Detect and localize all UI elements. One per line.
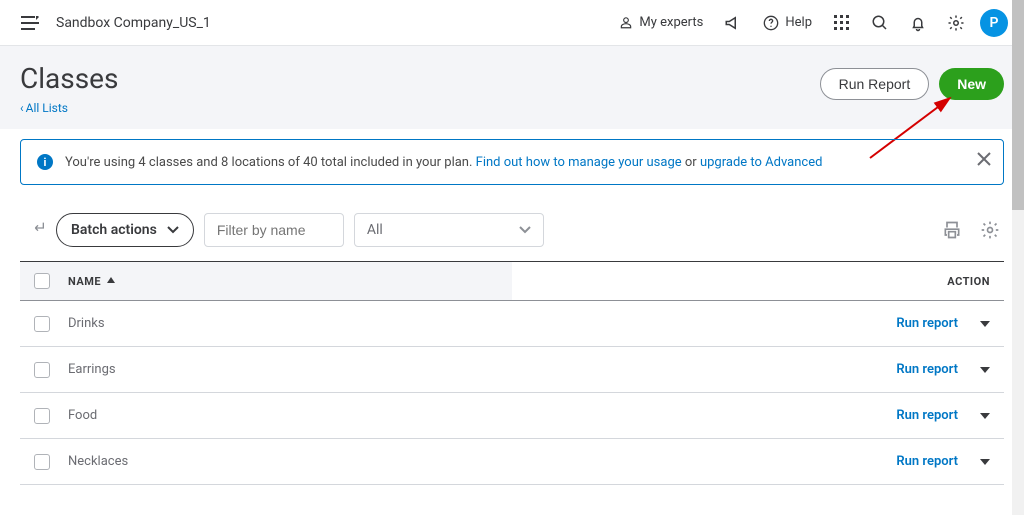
table-row: Food Run report — [20, 393, 1004, 439]
usage-alert: i You're using 4 classes and 8 locations… — [20, 139, 1004, 185]
controls-row: Batch actions All — [0, 185, 1024, 261]
page-title: Classes — [20, 62, 118, 95]
column-header-action: ACTION — [844, 275, 1004, 288]
help-icon — [763, 15, 779, 31]
alert-prefix: You're using 4 classes and 8 locations o… — [65, 155, 476, 170]
help-label: Help — [785, 15, 812, 30]
alert-text: You're using 4 classes and 8 locations o… — [65, 155, 822, 170]
bell-icon[interactable] — [904, 9, 932, 37]
scrollbar-thumb[interactable] — [1012, 0, 1024, 210]
chevron-left-icon: ‹ — [20, 101, 24, 115]
megaphone-icon[interactable] — [719, 9, 747, 37]
alert-mid: or — [682, 155, 700, 170]
table-header: NAME ACTION — [20, 261, 1004, 301]
gear-icon[interactable] — [976, 216, 1004, 244]
row-run-report-link[interactable]: Run report — [896, 454, 958, 469]
row-checkbox[interactable] — [34, 408, 50, 424]
breadcrumb[interactable]: ‹ All Lists — [20, 101, 118, 115]
chevron-down-icon — [167, 226, 179, 234]
company-name: Sandbox Company_US_1 — [56, 15, 211, 31]
breadcrumb-label: All Lists — [26, 101, 68, 115]
select-all-checkbox[interactable] — [34, 273, 50, 289]
row-action-dropdown[interactable] — [972, 449, 998, 475]
row-name: Necklaces — [64, 454, 844, 469]
row-action-dropdown[interactable] — [972, 357, 998, 383]
batch-actions-label: Batch actions — [71, 222, 157, 238]
batch-actions-button[interactable]: Batch actions — [56, 213, 194, 247]
my-experts-link[interactable]: My experts — [613, 9, 709, 36]
person-icon — [619, 15, 633, 30]
page-header: Classes ‹ All Lists Run Report New — [0, 46, 1024, 129]
run-report-button[interactable]: Run Report — [820, 68, 930, 100]
hamburger-menu-icon[interactable] — [16, 9, 44, 37]
info-icon: i — [37, 154, 53, 170]
row-checkbox[interactable] — [34, 454, 50, 470]
row-name: Food — [64, 408, 844, 423]
sort-asc-icon — [107, 277, 115, 285]
search-icon[interactable] — [866, 9, 894, 37]
row-action-dropdown[interactable] — [972, 403, 998, 429]
table-row: Earrings Run report — [20, 347, 1004, 393]
row-checkbox[interactable] — [34, 316, 50, 332]
my-experts-label: My experts — [639, 15, 703, 30]
table-row: Necklaces Run report — [20, 439, 1004, 485]
row-checkbox[interactable] — [34, 362, 50, 378]
row-run-report-link[interactable]: Run report — [896, 362, 958, 377]
row-action-dropdown[interactable] — [972, 311, 998, 337]
alert-manage-usage-link[interactable]: Find out how to manage your usage — [476, 155, 682, 170]
table-row: Drinks Run report — [20, 301, 1004, 347]
avatar[interactable]: P — [980, 9, 1008, 37]
row-name: Earrings — [64, 362, 844, 377]
row-run-report-link[interactable]: Run report — [896, 408, 958, 423]
filter-select[interactable]: All — [354, 213, 544, 247]
filter-select-value: All — [367, 222, 383, 238]
chevron-down-icon — [519, 226, 531, 234]
row-name: Drinks — [64, 316, 844, 331]
close-icon[interactable] — [977, 152, 991, 170]
row-run-report-link[interactable]: Run report — [896, 316, 958, 331]
column-header-name[interactable]: NAME — [64, 275, 844, 288]
help-link[interactable]: Help — [757, 9, 818, 37]
classes-table: NAME ACTION Drinks Run report Earrings Run … — [20, 261, 1004, 485]
column-name-label: NAME — [68, 275, 101, 288]
new-button[interactable]: New — [939, 68, 1004, 100]
print-icon[interactable] — [938, 216, 966, 244]
top-bar: Sandbox Company_US_1 My experts Help P — [0, 0, 1024, 46]
filter-by-name-input[interactable] — [204, 213, 344, 247]
gear-icon[interactable] — [942, 9, 970, 37]
apps-grid-icon[interactable] — [828, 9, 856, 37]
alert-upgrade-link[interactable]: upgrade to Advanced — [700, 155, 823, 170]
scrollbar[interactable] — [1012, 0, 1024, 515]
return-icon — [30, 219, 46, 241]
